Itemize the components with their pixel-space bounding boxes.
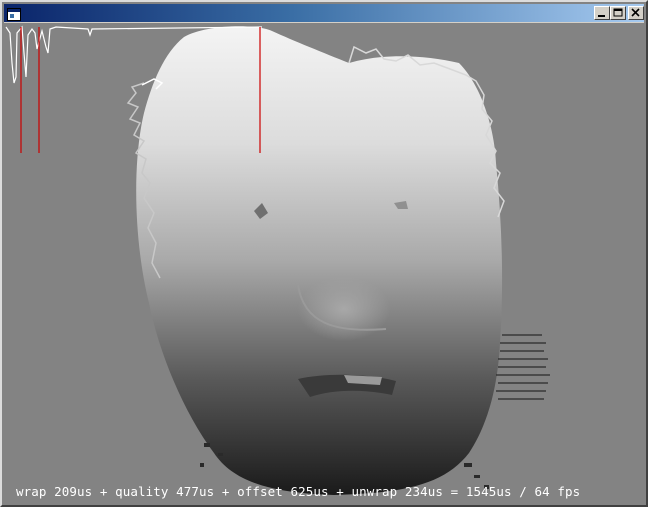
close-button[interactable] xyxy=(628,6,644,20)
depth-view-area[interactable]: wrap 209us + quality 477us + offset 625u… xyxy=(4,23,644,503)
depth-map-image xyxy=(4,23,644,503)
close-icon xyxy=(631,8,640,17)
title-bar[interactable] xyxy=(4,4,644,23)
minimize-button[interactable] xyxy=(594,6,610,20)
app-window: wrap 209us + quality 477us + offset 625u… xyxy=(0,0,648,507)
maximize-button[interactable] xyxy=(610,6,626,20)
window-app-icon[interactable] xyxy=(7,6,21,21)
timing-readout: wrap 209us + quality 477us + offset 625u… xyxy=(16,484,581,499)
maximize-icon xyxy=(613,8,623,17)
minimize-icon xyxy=(598,15,605,17)
